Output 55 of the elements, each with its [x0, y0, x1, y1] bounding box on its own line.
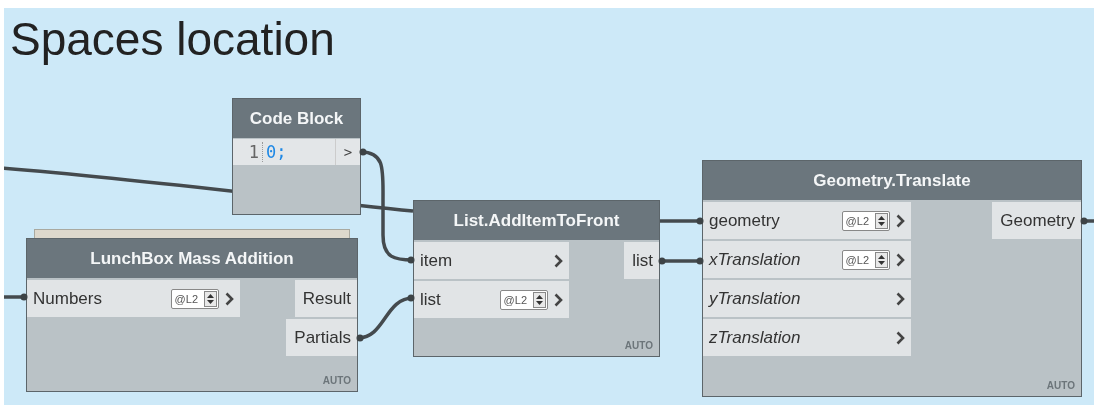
- group-title: Spaces location: [10, 12, 335, 66]
- lacing-field[interactable]: @L2: [170, 288, 219, 309]
- port-label: zTranslation: [709, 327, 802, 348]
- port-label: Numbers: [33, 288, 103, 309]
- spinner-icon[interactable]: [875, 212, 888, 229]
- input-port[interactable]: list @L2: [414, 281, 569, 318]
- lacing-field[interactable]: @L2: [499, 289, 548, 310]
- port-label: geometry: [709, 210, 781, 231]
- lacing-field[interactable]: @L2: [841, 249, 890, 270]
- node-body[interactable]: Code Block 1 0; >: [232, 98, 361, 215]
- chevron-icon: [554, 253, 563, 268]
- node-title: List.AddItemToFront: [414, 201, 659, 240]
- spinner-icon[interactable]: [875, 251, 888, 268]
- spinner-icon[interactable]: [533, 291, 546, 308]
- port-dot: [407, 294, 415, 302]
- lacing-mode: AUTO: [1046, 380, 1075, 391]
- chevron-icon: [896, 213, 905, 228]
- input-port[interactable]: item: [414, 242, 569, 279]
- node-title: Code Block: [233, 99, 360, 138]
- port-dot: [1080, 217, 1088, 225]
- port-dot: [407, 256, 415, 264]
- port-label: yTranslation: [709, 288, 802, 309]
- port-label: list: [420, 289, 442, 310]
- port-dot: [696, 257, 704, 265]
- port-dot: [356, 334, 364, 342]
- port-label: xTranslation: [709, 249, 802, 270]
- line-number: 1: [233, 142, 263, 162]
- node-body[interactable]: Geometry.Translate geometry @L2 xTranslation @L2 yTranslation zTranslation Geometry AUTO: [702, 160, 1082, 397]
- node-title: LunchBox Mass Addition: [27, 239, 357, 278]
- input-port[interactable]: xTranslation @L2: [703, 241, 911, 278]
- input-port[interactable]: zTranslation: [703, 319, 911, 356]
- spinner-icon[interactable]: [204, 290, 217, 307]
- input-port[interactable]: yTranslation: [703, 280, 911, 317]
- port-dot: [658, 257, 666, 265]
- output-port[interactable]: Partials: [286, 319, 357, 356]
- input-port[interactable]: Numbers @L2: [27, 280, 240, 317]
- chevron-icon: [554, 292, 563, 307]
- output-port[interactable]: Geometry: [992, 202, 1081, 239]
- port-dot: [359, 148, 367, 156]
- lacing-mode: AUTO: [624, 340, 653, 351]
- node-body[interactable]: LunchBox Mass Addition Numbers @L2 Result Partials AUTO: [26, 238, 358, 392]
- port-dot: [696, 217, 704, 225]
- chevron-icon: [896, 252, 905, 267]
- chevron-icon: [225, 291, 234, 306]
- input-port[interactable]: geometry @L2: [703, 202, 911, 239]
- output-port[interactable]: Result: [294, 280, 357, 317]
- lacing-mode: AUTO: [322, 375, 351, 386]
- node-body[interactable]: List.AddItemToFront item list @L2 list AUTO: [413, 200, 660, 357]
- chevron-icon: [896, 330, 905, 345]
- chevron-icon: [896, 291, 905, 306]
- lacing-field[interactable]: @L2: [841, 210, 890, 231]
- port-label: item: [420, 250, 454, 271]
- port-dot: [20, 293, 28, 301]
- output-port[interactable]: list: [624, 242, 659, 279]
- node-title: Geometry.Translate: [703, 161, 1081, 200]
